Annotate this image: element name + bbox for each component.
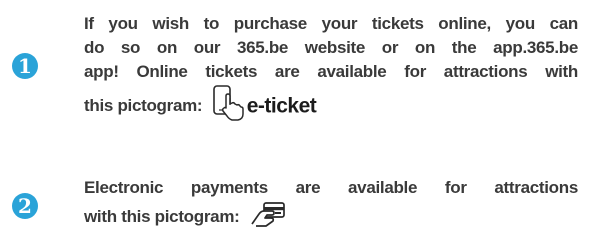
info-text-2-line-2-text: with this pictogram: [84, 206, 240, 226]
info-text-2-line-2: with this pictogram: [84, 200, 578, 235]
number-badge-2-label: 2 [18, 194, 32, 218]
info-text-2-line-1: Electronic payments are available for at… [84, 178, 578, 197]
phone-tap-icon [211, 84, 247, 129]
info-text-1-line-2: do so on our 365.be website or on the ap… [84, 38, 578, 57]
info-text-1-line-4: this pictogram: e-ticket [84, 84, 578, 129]
number-badge-1: 1 [12, 53, 38, 79]
info-text-1-line-3: app! Online tickets are available for at… [84, 62, 578, 81]
eticket-label: e-ticket [246, 94, 317, 118]
info-text-1-line-4-text: this pictogram: [84, 95, 203, 115]
card-hand-icon [250, 200, 286, 235]
info-text-1-line-1: If you wish to purchase your tickets onl… [84, 14, 578, 33]
number-badge-2: 2 [12, 193, 38, 219]
info-text-1: If you wish to purchase your tickets onl… [84, 12, 578, 129]
number-badge-1-label: 1 [18, 54, 32, 78]
info-text-2: Electronic payments are available for at… [84, 176, 578, 235]
